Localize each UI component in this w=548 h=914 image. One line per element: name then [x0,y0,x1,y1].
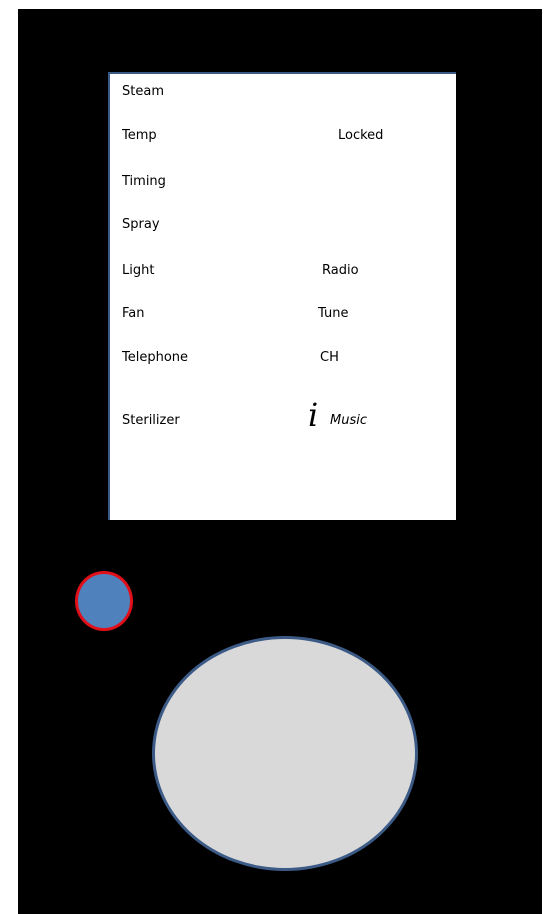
menu-item-sterilizer[interactable]: Sterilizer [122,413,180,429]
page: Steam Temp Timing Spray Light Fan Teleph… [0,0,548,914]
menu-item-telephone[interactable]: Telephone [122,350,188,366]
menu-item-light[interactable]: Light [122,263,154,279]
large-control-dial[interactable] [152,636,418,871]
menu-item-steam[interactable]: Steam [122,84,164,100]
status-locked: Locked [338,128,384,143]
menu-item-timing[interactable]: Timing [122,174,166,190]
menu-item-tune[interactable]: Tune [318,306,348,322]
menu-item-spray[interactable]: Spray [122,217,160,233]
menu-item-radio[interactable]: Radio [322,263,359,279]
info-icon[interactable]: i [308,399,318,431]
menu-item-temp[interactable]: Temp [122,128,157,144]
display-screen: Steam Temp Timing Spray Light Fan Teleph… [108,72,456,520]
menu-item-ch[interactable]: CH [320,350,339,366]
small-round-button[interactable] [75,571,133,631]
menu-item-fan[interactable]: Fan [122,306,145,322]
menu-item-music[interactable]: Music [330,413,367,429]
